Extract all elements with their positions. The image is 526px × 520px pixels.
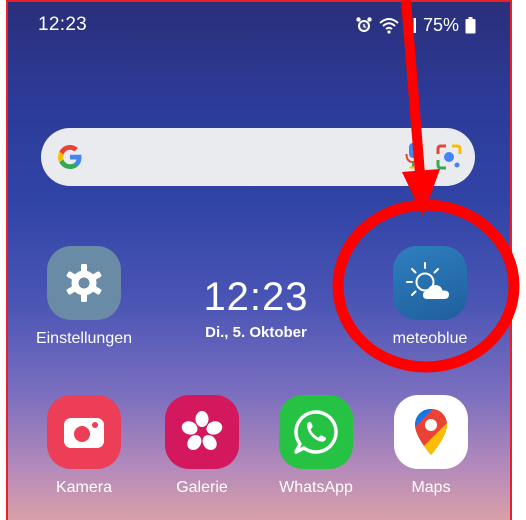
app-camera[interactable]: Kamera: [24, 395, 144, 497]
google-logo-icon: [58, 145, 82, 169]
status-bar: 12:23 75%: [8, 2, 510, 46]
camera-icon: [64, 418, 104, 448]
app-label-gallery: Galerie: [176, 479, 228, 496]
signal-icon: [405, 18, 416, 33]
app-label-maps: Maps: [411, 479, 451, 496]
whatsapp-icon: [294, 410, 338, 454]
clock-date: Di., 5. Oktober: [205, 324, 307, 341]
flower-icon: [181, 411, 223, 451]
clock-time: 12:23: [203, 275, 309, 319]
status-time: 12:23: [38, 14, 88, 35]
app-meteoblue[interactable]: meteoblue: [370, 246, 490, 348]
app-settings[interactable]: Einstellungen: [24, 246, 144, 348]
map-pin-icon: [415, 409, 447, 455]
battery-icon: [465, 16, 476, 33]
battery-percentage: 75%: [422, 14, 459, 35]
google-search-bar[interactable]: [41, 128, 475, 186]
alarm-icon: [356, 17, 372, 32]
app-label-camera: Kamera: [55, 479, 113, 496]
app-label-settings: Einstellungen: [35, 330, 133, 347]
gear-icon: [66, 264, 102, 302]
sun-cloud-icon: [406, 262, 449, 299]
app-whatsapp[interactable]: WhatsApp: [256, 395, 376, 497]
app-label-whatsapp: WhatsApp: [279, 479, 353, 496]
app-label-meteoblue: meteoblue: [392, 330, 468, 347]
clock-widget[interactable]: 12:23 Di., 5. Oktober: [183, 274, 329, 341]
status-icons: 75%: [355, 14, 476, 36]
google-lens-icon[interactable]: [435, 143, 463, 171]
app-maps[interactable]: Maps: [371, 395, 491, 497]
wifi-icon: [379, 18, 399, 34]
app-gallery[interactable]: Galerie: [142, 395, 262, 497]
home-screen: 12:23 75% Einstellungen 12:23 Di., 5. Ok…: [6, 0, 512, 520]
microphone-icon[interactable]: [405, 142, 421, 170]
